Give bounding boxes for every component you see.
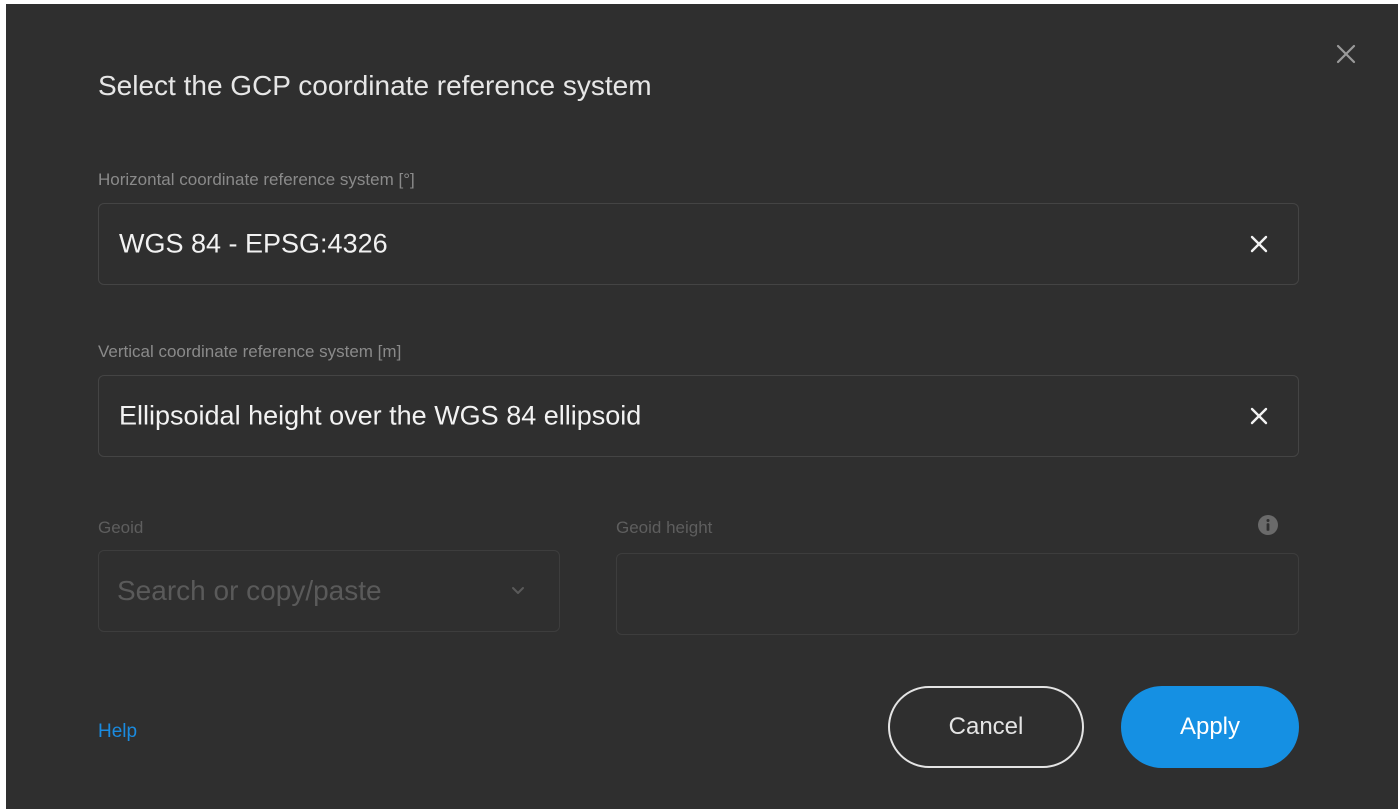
geoid-height-label: Geoid height bbox=[616, 518, 713, 537]
apply-button[interactable]: Apply bbox=[1121, 686, 1299, 768]
vertical-crs-value: Ellipsoidal height over the WGS 84 ellip… bbox=[119, 400, 642, 431]
cancel-button[interactable]: Cancel bbox=[888, 686, 1084, 768]
geoid-select[interactable]: Search or copy/paste bbox=[98, 550, 560, 632]
close-icon[interactable] bbox=[1248, 405, 1270, 427]
close-icon[interactable] bbox=[1248, 233, 1270, 255]
vertical-crs-field[interactable]: Ellipsoidal height over the WGS 84 ellip… bbox=[98, 375, 1299, 457]
horizontal-crs-field[interactable]: WGS 84 - EPSG:4326 bbox=[98, 203, 1299, 285]
horizontal-crs-label: Horizontal coordinate reference system [… bbox=[98, 170, 415, 189]
geoid-height-input[interactable] bbox=[616, 553, 1299, 635]
dialog-title: Select the GCP coordinate reference syst… bbox=[98, 70, 652, 101]
info-icon[interactable] bbox=[1257, 514, 1279, 536]
geoid-label: Geoid bbox=[98, 518, 144, 537]
crs-dialog: Select the GCP coordinate reference syst… bbox=[6, 4, 1398, 809]
chevron-down-icon bbox=[512, 587, 524, 594]
close-icon[interactable] bbox=[1331, 39, 1361, 69]
horizontal-crs-value: WGS 84 - EPSG:4326 bbox=[119, 228, 388, 259]
geoid-placeholder: Search or copy/paste bbox=[117, 575, 382, 606]
vertical-crs-label: Vertical coordinate reference system [m] bbox=[98, 342, 402, 361]
help-link[interactable]: Help bbox=[98, 721, 137, 743]
